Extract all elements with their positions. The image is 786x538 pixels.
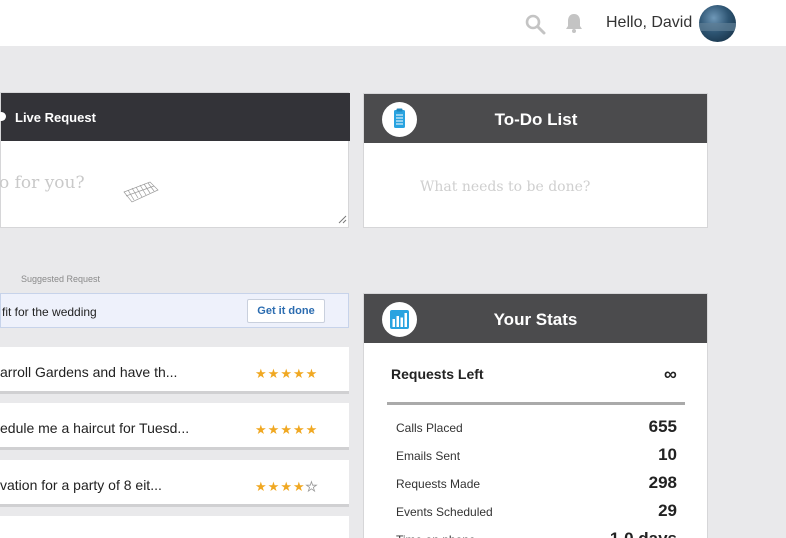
stat-value: 10	[658, 445, 677, 464]
request-row[interactable]: edule me a haircut for Tuesd... ★★★★★	[0, 403, 349, 450]
live-request-placeholder: o for you?	[0, 173, 85, 193]
greeting-text: Hello, David	[606, 14, 693, 31]
stat-label: Calls Placed	[396, 421, 463, 435]
live-request-title: Live Request	[15, 110, 96, 125]
request-text: ...	[0, 530, 12, 538]
suggested-request-text: fit for the wedding	[2, 305, 97, 319]
star-icon: ★	[292, 422, 306, 437]
star-icon: ★	[267, 479, 281, 494]
star-icon: ★	[267, 366, 281, 381]
stat-label: Time on phone	[396, 533, 476, 538]
stats-header: Your Stats	[364, 294, 707, 343]
stat-label: Requests Made	[396, 477, 481, 491]
stats-title: Your Stats	[493, 310, 578, 329]
star-icon: ★	[280, 479, 293, 494]
star-icon: ★	[305, 366, 319, 381]
get-it-done-button[interactable]: Get it done	[247, 299, 325, 323]
suggested-request-row: fit for the wedding Get it done	[0, 293, 349, 328]
star-icon: ★	[280, 366, 293, 381]
requests-left-label: Requests Left	[391, 366, 484, 382]
resize-grip-icon[interactable]	[338, 215, 347, 224]
request-text: edule me a haircut for Tuesd...	[0, 420, 190, 436]
star-icon: ★	[255, 479, 268, 494]
request-row[interactable]: vation for a party of 8 eit... ★★★★★	[0, 460, 349, 507]
request-text: vation for a party of 8 eit...	[0, 477, 162, 493]
stat-label: Emails Sent	[396, 449, 461, 463]
stats-divider	[387, 402, 685, 405]
star-icon: ★	[305, 422, 319, 437]
user-avatar[interactable]	[699, 5, 736, 42]
requests-left-value: ∞	[664, 364, 677, 384]
search-icon[interactable]	[524, 13, 546, 35]
star-rating: ★★★★★	[255, 422, 318, 438]
star-icon: ★	[292, 479, 306, 494]
todo-input[interactable]: What needs to be done?	[364, 143, 707, 227]
request-text: arroll Gardens and have th...	[0, 364, 178, 380]
live-request-input[interactable]: o for you?	[0, 141, 348, 227]
stat-value: 298	[648, 473, 677, 492]
stat-value: 29	[658, 501, 677, 520]
live-request-card: Live Request o for you?	[0, 92, 350, 228]
request-row[interactable]: ...	[0, 516, 349, 538]
star-rating: ★★★★★	[255, 366, 318, 382]
todo-placeholder: What needs to be done?	[420, 179, 591, 195]
star-icon: ★	[267, 422, 281, 437]
stat-value: 655	[648, 417, 677, 436]
stat-value: 1.0 days	[610, 529, 677, 538]
top-bar: Hello, David	[0, 0, 786, 46]
suggested-request-label: Suggested Request	[21, 274, 101, 284]
stat-label: Events Scheduled	[396, 505, 493, 519]
star-icon: ★	[255, 366, 268, 381]
todo-title: To-Do List	[494, 110, 578, 129]
request-row[interactable]: arroll Gardens and have th... ★★★★★	[0, 347, 349, 394]
live-request-header: Live Request	[0, 93, 350, 141]
star-icon: ★	[292, 366, 306, 381]
bell-icon[interactable]	[563, 12, 585, 34]
star-rating: ★★★★★	[255, 479, 318, 495]
star-icon: ★	[255, 422, 268, 437]
cursor-scribble-icon	[123, 181, 159, 203]
star-icon: ★	[280, 422, 293, 437]
todo-card: To-Do List What needs to be done?	[363, 93, 708, 228]
live-indicator-icon	[0, 112, 6, 121]
star-icon: ★	[305, 479, 319, 495]
stats-card: Your Stats Requests Left ∞ Calls Placed 6…	[363, 293, 708, 538]
todo-header: To-Do List	[364, 94, 707, 143]
